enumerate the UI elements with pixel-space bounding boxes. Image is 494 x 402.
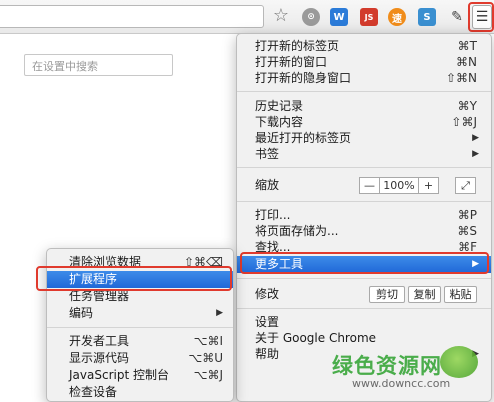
menu-item-shortcut: ⌘N	[456, 55, 477, 69]
menu-separator	[47, 327, 233, 328]
menu-item-label: 下载内容	[255, 115, 304, 129]
menu-separator	[237, 91, 491, 92]
menu-item-new-window[interactable]: 打开新的窗口 ⌘N	[237, 54, 491, 71]
menu-item-label: 历史记录	[255, 99, 304, 113]
menu-item-recent-tabs[interactable]: 最近打开的标签页 ▶	[237, 130, 491, 147]
menu-item-label: 缩放	[255, 178, 280, 192]
minus-icon: —	[364, 179, 375, 192]
menu-item-shortcut: ⌥⌘U	[188, 351, 223, 365]
menu-item-shortcut: ⇧⌘J	[451, 115, 477, 129]
menu-separator	[237, 308, 491, 309]
submenu-arrow-icon: ▶	[216, 308, 223, 318]
menu-item-label: 修改	[255, 287, 280, 301]
fullscreen-button[interactable]: ⤢	[455, 177, 476, 194]
extension-w-icon[interactable]: W	[330, 8, 348, 26]
menu-item-edit: 修改 剪切 复制 粘贴	[237, 286, 491, 303]
menu-item-zoom: 缩放 — 100% + ⤢	[237, 177, 491, 194]
cut-button[interactable]: 剪切	[369, 286, 405, 303]
menu-item-label: 将页面存储为...	[255, 224, 339, 238]
submenu-item-inspect-devices[interactable]: 检查设备	[47, 384, 233, 401]
menu-item-label: 关于 Google Chrome	[255, 331, 377, 345]
submenu-item-view-source[interactable]: 显示源代码 ⌥⌘U	[47, 350, 233, 367]
watermark-url: www.downcc.com	[352, 377, 451, 390]
menu-item-bookmarks[interactable]: 书签 ▶	[237, 146, 491, 163]
menu-item-shortcut: ⌘S	[457, 224, 477, 238]
address-bar[interactable]	[0, 5, 264, 28]
bookmark-star-icon[interactable]: ☆	[272, 5, 290, 26]
menu-item-label: 打开新的窗口	[255, 55, 328, 69]
menu-item-label: 打开新的标签页	[255, 39, 340, 53]
watermark-text: 绿色资源网	[332, 354, 442, 378]
menu-item-label: 显示源代码	[69, 351, 130, 365]
menu-item-label: 打印...	[255, 208, 291, 222]
menu-item-label: 设置	[255, 315, 280, 329]
menu-item-label: JavaScript 控制台	[69, 368, 169, 382]
menu-item-shortcut: ⌘T	[457, 39, 477, 53]
menu-item-shortcut: ⌥⌘J	[193, 368, 223, 382]
extension-s-icon[interactable]: S	[418, 8, 436, 26]
menu-item-print[interactable]: 打印... ⌘P	[237, 207, 491, 224]
submenu-arrow-icon: ▶	[472, 133, 479, 143]
menu-item-about[interactable]: 关于 Google Chrome	[237, 330, 491, 347]
zoom-out-button[interactable]: —	[359, 177, 380, 194]
browser-toolbar: ☆ ⊙ W JS 速 S ✎ ☰	[0, 0, 494, 34]
menu-item-downloads[interactable]: 下载内容 ⇧⌘J	[237, 114, 491, 131]
paste-button[interactable]: 粘贴	[444, 286, 477, 303]
submenu-item-js-console[interactable]: JavaScript 控制台 ⌥⌘J	[47, 367, 233, 384]
menu-item-shortcut: ⇧⌘N	[445, 71, 477, 85]
annotation-highlight-menu-button	[468, 2, 494, 32]
menu-item-new-tab[interactable]: 打开新的标签页 ⌘T	[237, 38, 491, 55]
copy-button[interactable]: 复制	[408, 286, 441, 303]
extension-js-icon[interactable]: JS	[360, 8, 378, 26]
annotation-highlight-extensions	[36, 266, 232, 291]
menu-separator	[237, 167, 491, 168]
menu-separator	[237, 278, 491, 279]
extension-grey-icon[interactable]: ⊙	[302, 8, 320, 26]
menu-item-save-as[interactable]: 将页面存储为... ⌘S	[237, 223, 491, 240]
menu-item-label: 编码	[69, 306, 94, 320]
annotation-highlight-more-tools	[240, 252, 489, 274]
menu-item-shortcut: ⌥⌘I	[193, 334, 223, 348]
menu-separator	[237, 201, 491, 202]
extension-orange-icon[interactable]: 速	[388, 8, 406, 26]
extension-puzzle-icon[interactable]: ✎	[448, 8, 466, 26]
menu-item-history[interactable]: 历史记录 ⌘Y	[237, 98, 491, 115]
zoom-in-button[interactable]: +	[418, 177, 439, 194]
menu-item-label: 开发者工具	[69, 334, 130, 348]
menu-item-label: 检查设备	[69, 385, 118, 399]
menu-item-label: 帮助	[255, 347, 280, 361]
menu-item-label: 书签	[255, 147, 280, 161]
watermark-logo-icon	[440, 346, 478, 378]
plus-icon: +	[423, 179, 434, 192]
settings-search-input[interactable]: 在设置中搜索	[24, 54, 173, 76]
menu-item-new-incognito[interactable]: 打开新的隐身窗口 ⇧⌘N	[237, 70, 491, 87]
menu-item-label: 打开新的隐身窗口	[255, 71, 352, 85]
menu-item-label: 最近打开的标签页	[255, 131, 352, 145]
fullscreen-icon: ⤢	[461, 179, 470, 192]
menu-item-shortcut: ⌘P	[457, 208, 477, 222]
zoom-level: 100%	[380, 177, 418, 194]
submenu-item-dev-tools[interactable]: 开发者工具 ⌥⌘I	[47, 333, 233, 350]
submenu-item-encoding[interactable]: 编码 ▶	[47, 305, 233, 322]
menu-item-settings[interactable]: 设置	[237, 314, 491, 331]
submenu-arrow-icon: ▶	[472, 149, 479, 159]
menu-item-shortcut: ⌘Y	[457, 99, 477, 113]
